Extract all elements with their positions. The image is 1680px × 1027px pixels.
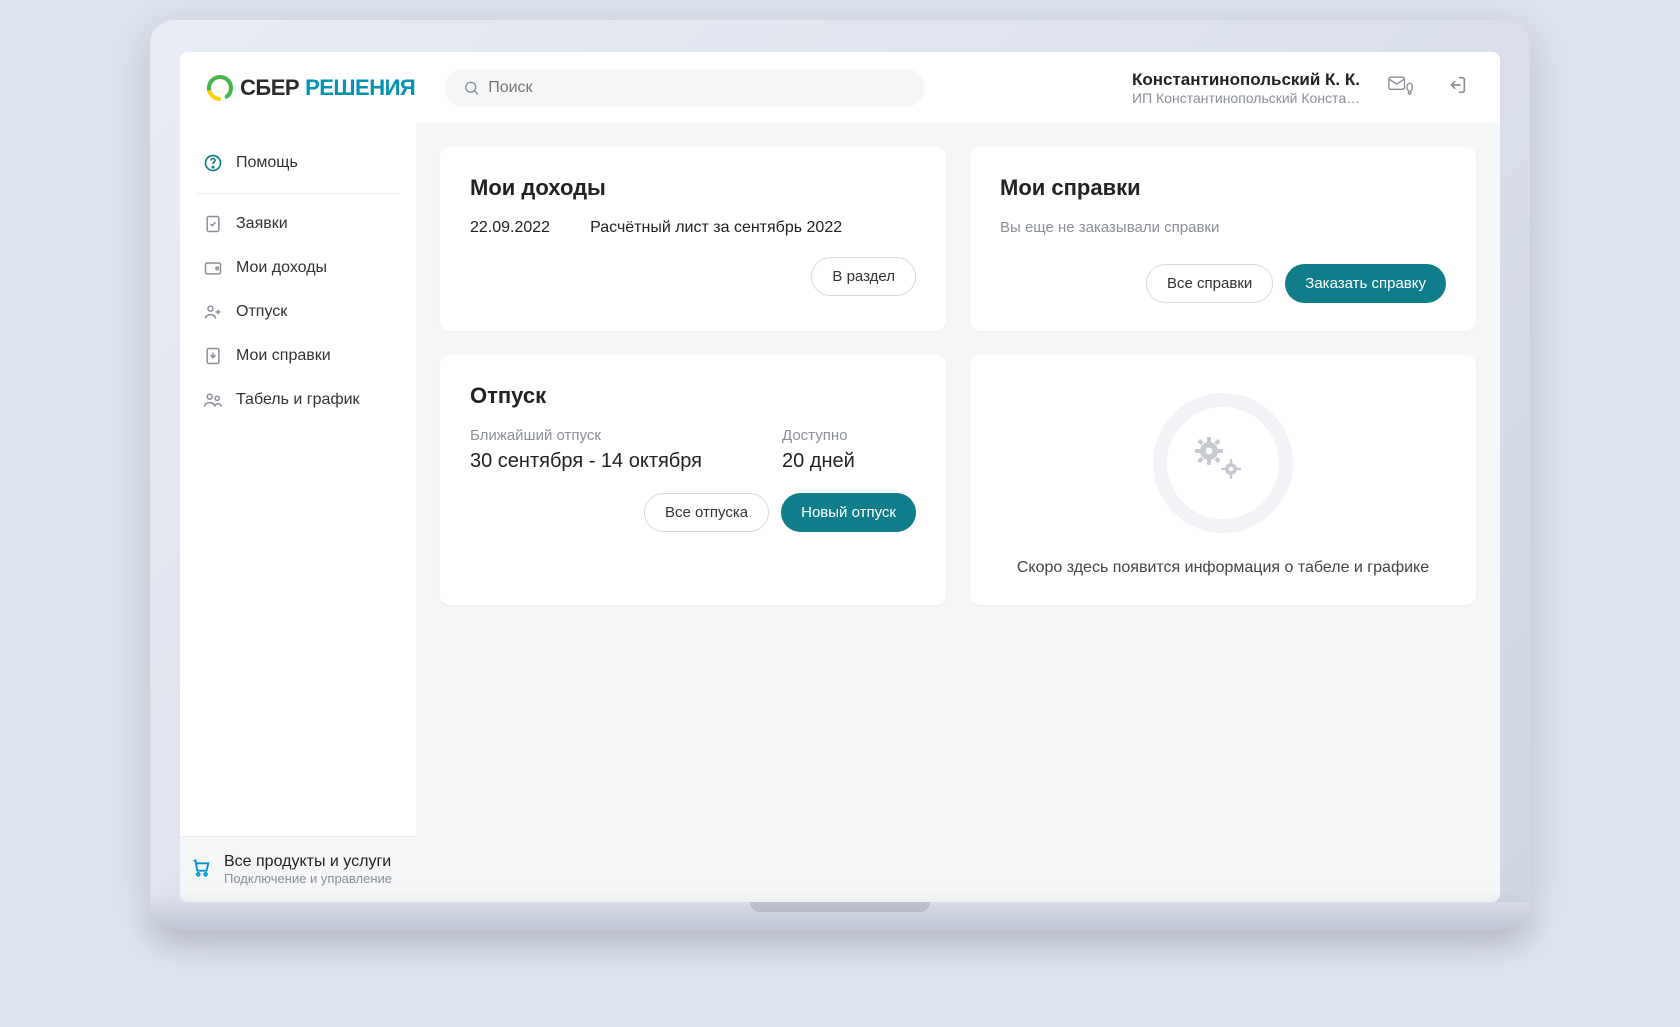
sidebar-item-income[interactable]: Мои доходы <box>192 246 404 290</box>
help-icon <box>202 153 224 173</box>
sidebar-item-certificates[interactable]: Мои справки <box>192 334 404 378</box>
gears-icon <box>1153 393 1293 533</box>
sidebar-item-label: Мои справки <box>236 347 331 365</box>
brand-logo[interactable]: СБЕР РЕШЕНИЯ <box>206 74 415 102</box>
certificates-empty-text: Вы еще не заказывали справки <box>1000 219 1446 236</box>
vacation-available-label: Доступно <box>782 427 855 444</box>
sidebar: Помощь Заявки Мои доходы <box>180 123 416 902</box>
brand-text-2: РЕШЕНИЯ <box>305 75 415 101</box>
income-desc: Расчётный лист за сентябрь 2022 <box>590 219 842 237</box>
header: СБЕР РЕШЕНИЯ Константинопольский К. К. И… <box>180 52 1500 123</box>
search-icon <box>463 79 480 97</box>
cart-icon <box>190 856 212 883</box>
vacation-card-title: Отпуск <box>470 383 916 409</box>
sidebar-item-label: Отпуск <box>236 303 287 321</box>
sidebar-footer-title: Все продукты и услуги <box>224 853 392 871</box>
sidebar-item-label: Табель и график <box>236 391 360 409</box>
sidebar-footer[interactable]: Все продукты и услуги Подключение и упра… <box>180 836 416 902</box>
certificates-card-title: Мои справки <box>1000 175 1446 201</box>
income-open-button[interactable]: В раздел <box>811 257 916 296</box>
sidebar-item-requests[interactable]: Заявки <box>192 202 404 246</box>
all-certificates-button[interactable]: Все справки <box>1146 264 1273 303</box>
wallet-icon <box>202 258 224 278</box>
brand-mark-icon <box>206 74 234 102</box>
timesheet-placeholder-text: Скоро здесь появится информация о табеле… <box>1000 559 1446 577</box>
notifications-button[interactable] <box>1382 68 1420 107</box>
new-vacation-button[interactable]: Новый отпуск <box>781 493 916 532</box>
all-vacations-button[interactable]: Все отпуска <box>644 493 769 532</box>
document-download-icon <box>202 346 224 366</box>
sidebar-footer-sub: Подключение и управление <box>224 871 392 886</box>
timesheet-placeholder-card: Скоро здесь появится информация о табеле… <box>970 355 1476 605</box>
sidebar-item-timesheet[interactable]: Табель и график <box>192 378 404 422</box>
sidebar-item-label: Заявки <box>236 215 288 233</box>
search-input[interactable] <box>488 79 907 97</box>
vacation-next-label: Ближайший отпуск <box>470 427 702 444</box>
person-plus-icon <box>202 302 224 322</box>
vacation-available-value: 20 дней <box>782 450 855 473</box>
income-date: 22.09.2022 <box>470 219 550 237</box>
brand-text-1: СБЕР <box>240 75 299 101</box>
people-icon <box>202 390 224 410</box>
sidebar-item-vacation[interactable]: Отпуск <box>192 290 404 334</box>
vacation-card: Отпуск Ближайший отпуск 30 сентября - 14… <box>440 355 946 605</box>
mail-bell-icon <box>1388 74 1414 96</box>
user-block[interactable]: Константинопольский К. К. ИП Константино… <box>1132 70 1362 106</box>
user-subtitle: ИП Константинопольский Констант... <box>1132 90 1362 106</box>
order-certificate-button[interactable]: Заказать справку <box>1285 264 1446 303</box>
sidebar-item-label: Помощь <box>236 154 298 172</box>
logout-icon <box>1446 74 1468 96</box>
certificates-card: Мои справки Вы еще не заказывали справки… <box>970 147 1476 331</box>
income-card: Мои доходы 22.09.2022 Расчётный лист за … <box>440 147 946 331</box>
search-box[interactable] <box>445 69 925 107</box>
sidebar-item-label: Мои доходы <box>236 259 327 277</box>
logout-button[interactable] <box>1440 68 1474 107</box>
sidebar-item-help[interactable]: Помощь <box>192 141 404 185</box>
user-name: Константинопольский К. К. <box>1132 70 1362 90</box>
clipboard-check-icon <box>202 214 224 234</box>
income-card-title: Мои доходы <box>470 175 916 201</box>
main-content: Мои доходы 22.09.2022 Расчётный лист за … <box>416 123 1500 902</box>
vacation-next-value: 30 сентября - 14 октября <box>470 450 702 473</box>
